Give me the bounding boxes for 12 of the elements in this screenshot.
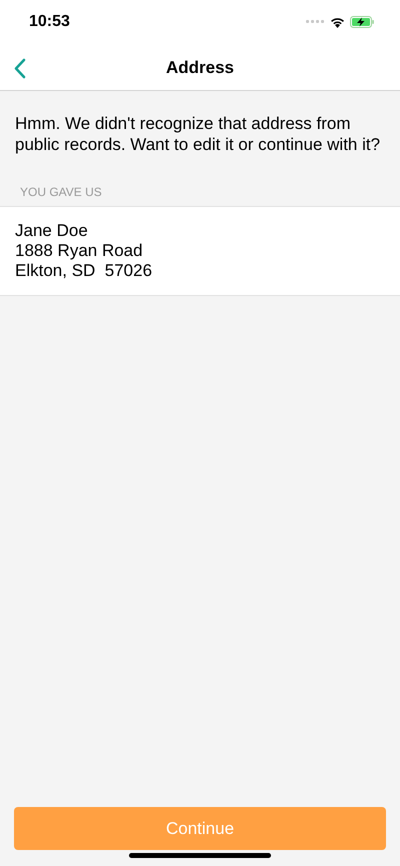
address-line: 1888 Ryan Road xyxy=(15,241,144,261)
address-line: Elkton, SD 57026 xyxy=(15,261,154,281)
screen-title: Address xyxy=(166,58,234,78)
section-header: YOU GAVE US xyxy=(19,185,103,201)
signal-icon xyxy=(306,20,325,24)
address-line: Jane Doe xyxy=(15,221,89,241)
back-icon xyxy=(14,58,26,78)
info-message: Hmm. We didn't recognize that address from public records. Want to edit it or continue with it? xyxy=(14,113,382,156)
wifi-icon xyxy=(330,16,345,28)
battery-charging-icon xyxy=(350,16,374,28)
continue-button[interactable]: Continue xyxy=(14,807,386,850)
status-time: 10:53 xyxy=(29,13,70,31)
